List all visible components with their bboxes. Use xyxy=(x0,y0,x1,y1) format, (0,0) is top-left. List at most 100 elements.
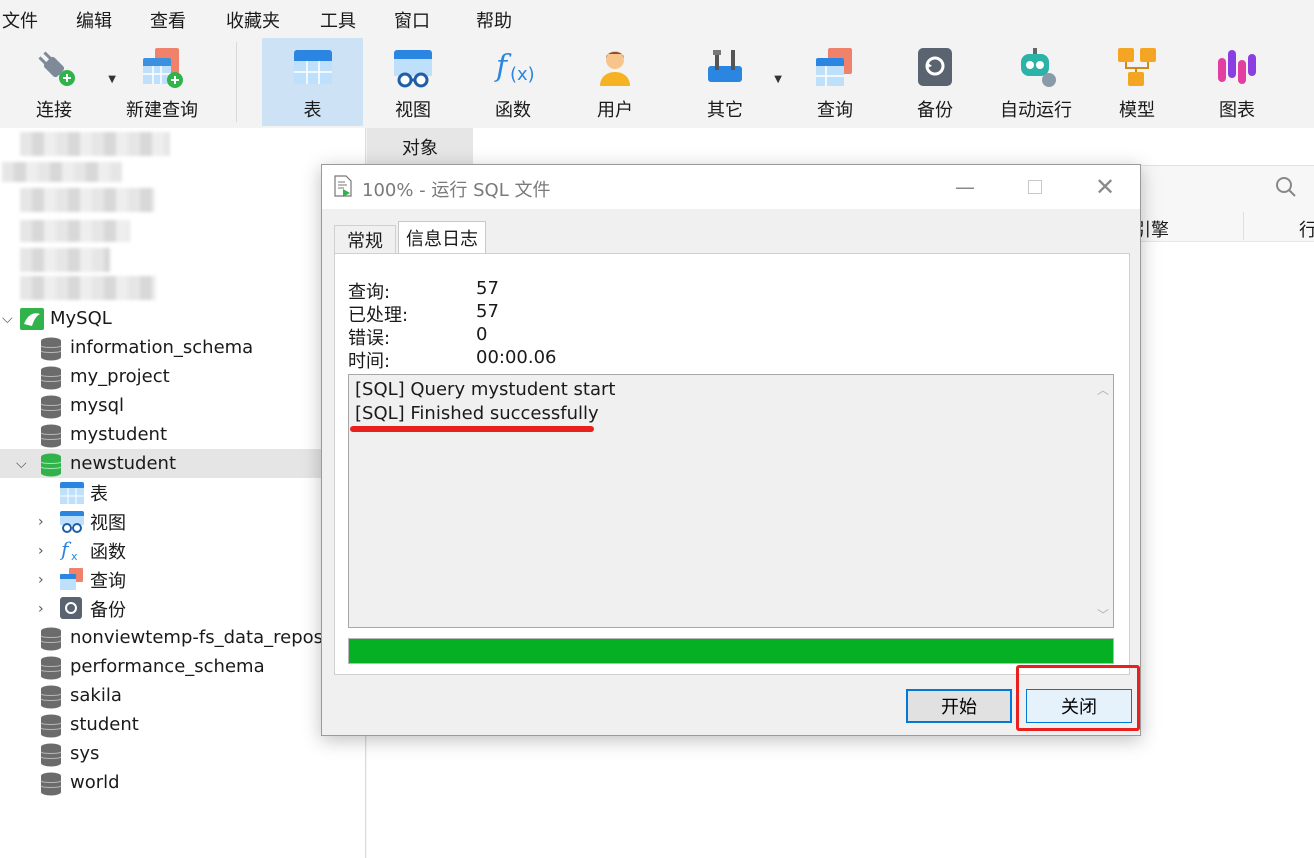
info-log-panel: 查询: 57 已处理: 57 错误: 0 时间: 00:00.06 [SQL] … xyxy=(334,253,1130,675)
tree-item-database[interactable]: my_project xyxy=(0,362,365,391)
toolbar: 连接 ▼ 新建查询 表 视图 f (x) 函数 用户 其它 ▼ 查询 备份 自动… xyxy=(0,36,1314,128)
blurred-connection xyxy=(20,220,130,242)
query-icon xyxy=(60,568,84,595)
chevron-right-icon[interactable]: › xyxy=(38,572,44,588)
tree-item-database[interactable]: sys xyxy=(0,739,365,768)
stat-label: 时间: xyxy=(348,351,391,372)
tools-icon xyxy=(702,44,748,90)
tree-item-database[interactable]: student xyxy=(0,710,365,739)
blurred-connection xyxy=(20,132,170,156)
robot-icon xyxy=(1013,44,1059,90)
new-query-icon xyxy=(139,44,185,90)
function-button[interactable]: f (x) 函数 xyxy=(478,38,548,126)
view-icon xyxy=(390,44,436,90)
minimize-icon[interactable]: — xyxy=(950,173,980,201)
tree-item-tables[interactable]: 表 xyxy=(0,478,365,509)
backup-button[interactable]: 备份 xyxy=(900,38,970,126)
user-icon xyxy=(592,44,638,90)
close-icon[interactable]: ✕ xyxy=(1090,173,1120,201)
chevron-down-icon[interactable]: ⌵ xyxy=(16,456,27,472)
menu-window[interactable]: 窗口 xyxy=(394,7,430,33)
tree-item-database[interactable]: mystudent xyxy=(0,420,365,449)
other-button[interactable]: 其它 ▼ xyxy=(690,38,782,126)
column-rows[interactable]: 行 xyxy=(1299,216,1314,242)
menu-bar: 文件 编辑 查看 收藏夹 工具 窗口 帮助 xyxy=(0,0,1314,36)
chevron-right-icon[interactable]: › xyxy=(38,514,44,530)
tree-item-database[interactable]: performance_schema xyxy=(0,652,365,681)
table-icon xyxy=(60,482,84,509)
sql-file-icon xyxy=(334,175,352,197)
chevron-down-icon[interactable]: ⌵ xyxy=(2,311,13,327)
tree-item-database[interactable]: nonviewtemp-fs_data_reposit xyxy=(0,623,365,652)
column-divider xyxy=(1243,212,1244,240)
start-button[interactable]: 开始 xyxy=(906,689,1012,723)
tree-item-queries[interactable]: › 查询 xyxy=(0,565,365,595)
tree-item-backups[interactable]: › 备份 xyxy=(0,594,365,624)
chevron-right-icon[interactable]: › xyxy=(38,543,44,559)
tree-item-database-selected[interactable]: ⌵ newstudent xyxy=(0,449,365,478)
maximize-icon[interactable] xyxy=(1020,173,1050,201)
tab-general[interactable]: 常规 xyxy=(334,225,396,253)
tree-item-database[interactable]: information_schema xyxy=(0,333,365,362)
tree-item-database[interactable]: mysql xyxy=(0,391,365,420)
menu-help[interactable]: 帮助 xyxy=(476,7,512,33)
chart-button[interactable]: 图表 xyxy=(1202,38,1272,126)
tab-info-log[interactable]: 信息日志 xyxy=(398,221,486,253)
backup-icon xyxy=(912,44,958,90)
mysql-dolphin-icon xyxy=(20,308,44,335)
auto-run-button[interactable]: 自动运行 xyxy=(996,38,1076,126)
new-query-button[interactable]: 新建查询 xyxy=(122,38,202,126)
log-line: [SQL] Finished successfully xyxy=(355,403,599,424)
blurred-connection xyxy=(2,162,122,182)
toolbar-separator xyxy=(236,42,237,122)
svg-text:(x): (x) xyxy=(510,64,535,85)
menu-file[interactable]: 文件 xyxy=(2,7,38,33)
function-icon: f (x) xyxy=(490,44,536,90)
red-box-annotation xyxy=(1016,665,1140,731)
tab-objects[interactable]: 对象 xyxy=(367,128,473,166)
tree-item-mysql-connection[interactable]: ⌵ MySQL xyxy=(0,304,365,335)
red-underline-annotation xyxy=(350,426,594,432)
view-button[interactable]: 视图 xyxy=(378,38,448,126)
menu-edit[interactable]: 编辑 xyxy=(76,7,112,33)
chevron-right-icon[interactable]: › xyxy=(38,601,44,617)
blurred-connection xyxy=(20,276,156,300)
menu-view[interactable]: 查看 xyxy=(150,7,186,33)
backup-icon xyxy=(60,597,82,624)
run-sql-file-dialog: 100% - 运行 SQL 文件 — ✕ 常规 信息日志 查询: 57 已处理:… xyxy=(321,164,1141,736)
tree-item-database[interactable]: world xyxy=(0,768,365,797)
stat-value: 0 xyxy=(476,324,488,345)
dialog-title-bar: 100% - 运行 SQL 文件 — ✕ xyxy=(322,165,1140,209)
svg-text:x: x xyxy=(71,550,78,562)
dialog-title: 100% - 运行 SQL 文件 xyxy=(362,180,551,201)
tree-item-views[interactable]: › 视图 xyxy=(0,507,365,538)
plug-icon xyxy=(31,44,77,90)
chevron-down-icon[interactable]: ▼ xyxy=(108,74,116,85)
menu-favorites[interactable]: 收藏夹 xyxy=(226,7,280,33)
connect-button[interactable]: 连接 ▼ xyxy=(14,38,116,126)
progress-bar xyxy=(348,638,1114,664)
database-icon xyxy=(40,772,62,801)
view-icon xyxy=(60,511,84,538)
object-tab-bar xyxy=(473,128,1314,166)
query-icon xyxy=(812,44,858,90)
navigation-tree: ⌵ MySQL information_schema my_project my… xyxy=(0,128,366,858)
search-icon[interactable] xyxy=(1275,176,1297,203)
tree-item-database[interactable]: sakila xyxy=(0,681,365,710)
user-button[interactable]: 用户 xyxy=(580,38,650,126)
query-button[interactable]: 查询 xyxy=(800,38,870,126)
stat-value: 57 xyxy=(476,278,499,299)
model-icon xyxy=(1114,44,1160,90)
table-button[interactable]: 表 xyxy=(262,38,363,126)
log-output[interactable]: [SQL] Query mystudent start [SQL] Finish… xyxy=(348,374,1114,628)
table-icon xyxy=(290,44,336,90)
scroll-up-icon[interactable]: ︿ xyxy=(1097,381,1109,398)
blurred-connection xyxy=(20,188,155,212)
model-button[interactable]: 模型 xyxy=(1102,38,1172,126)
chevron-down-icon[interactable]: ▼ xyxy=(774,74,782,85)
tree-item-functions[interactable]: › fx 函数 xyxy=(0,536,365,567)
progress-fill xyxy=(349,639,1113,663)
scroll-down-icon[interactable]: ﹀ xyxy=(1097,606,1109,623)
menu-tools[interactable]: 工具 xyxy=(320,7,356,33)
function-icon: fx xyxy=(59,537,84,567)
